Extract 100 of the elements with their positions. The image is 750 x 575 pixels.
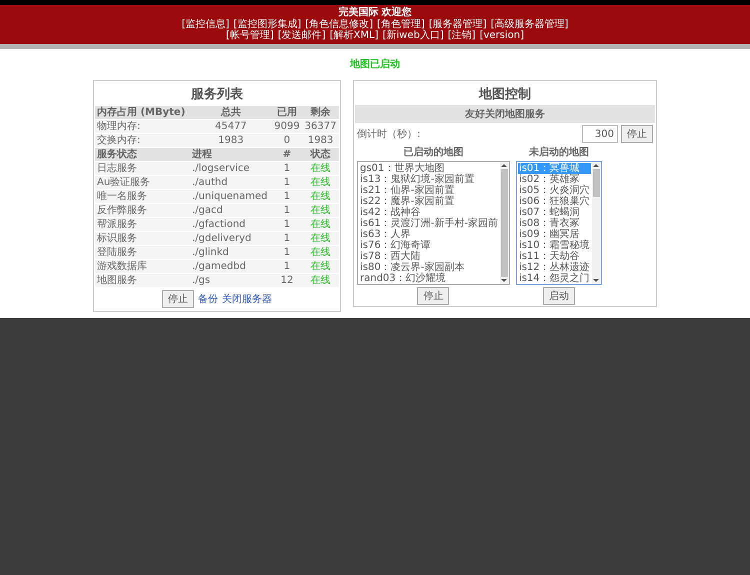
table-cell: 1983 xyxy=(302,134,339,147)
list-option[interactable]: is76：幻海奇谭 xyxy=(359,240,499,251)
table-cell: 物理内存: xyxy=(95,120,190,133)
column-header: 剩余 xyxy=(302,106,339,119)
list-option[interactable]: is14：怨灵之门 xyxy=(518,273,591,284)
column-header: 进程 xyxy=(190,148,272,161)
nav-link[interactable]: [监控图形集成] xyxy=(233,19,302,30)
table-cell: ./logservice xyxy=(190,162,272,175)
countdown-field[interactable]: 300 xyxy=(582,125,618,143)
list-option[interactable]: is63：人界 xyxy=(359,229,499,240)
table-cell: 游戏数据库 xyxy=(95,260,190,273)
list-option[interactable]: is05：火炎洞穴 xyxy=(518,185,591,196)
table-cell: 1 xyxy=(272,246,302,259)
column-header: 已用 xyxy=(272,106,302,119)
table-cell: 日志服务 xyxy=(95,162,190,175)
table-cell: ./gdeliveryd xyxy=(190,232,272,245)
nav-link[interactable]: [新iweb入口] xyxy=(382,30,444,41)
status-text: 在线 xyxy=(302,246,339,259)
countdown-label: 倒计时（秒）: xyxy=(357,128,420,141)
table-cell: 标识服务 xyxy=(95,232,190,245)
list-option[interactable]: is78：西大陆 xyxy=(359,251,499,262)
table-cell: ./gs xyxy=(190,274,272,287)
scrollbar[interactable] xyxy=(500,162,509,284)
list-option[interactable]: is80：凌云界-家园副本 xyxy=(359,262,499,273)
list-option[interactable]: is06：狂狼巢穴 xyxy=(518,196,591,207)
nav-link[interactable]: [监控信息] xyxy=(182,19,230,30)
status-text: 在线 xyxy=(302,190,339,203)
list-option[interactable]: is21：仙界-家园前置 xyxy=(359,185,499,196)
scrollbar[interactable] xyxy=(592,162,601,284)
table-cell: ./uniquenamed xyxy=(190,190,272,203)
list-option[interactable]: is61：灵渡汀洲-新手村-家园前 xyxy=(359,218,499,229)
status-text: 在线 xyxy=(302,274,339,287)
table-cell: 反作弊服务 xyxy=(95,204,190,217)
map-listbox[interactable]: is01：冥兽城 is02：英雄冢 is05：火炎洞穴 is06：狂狼巢穴 is07：蛇蝎洞 is08：青衣冢 is09：幽冥居 is10：霜雪秘境 is11：天劫谷 is12：丛林遗迹 is14：怨灵之门 xyxy=(516,161,602,285)
list-option[interactable]: is22：魔界-家园前置 xyxy=(359,196,499,207)
table-cell: 1 xyxy=(272,232,302,245)
status-message: 地图已启动 xyxy=(350,57,400,71)
table-cell: ./authd xyxy=(190,176,272,189)
panel-title: 服务列表 xyxy=(190,86,244,104)
nav-link[interactable]: [version] xyxy=(480,30,524,41)
welcome-title: 完美国际 欢迎您 xyxy=(338,7,412,18)
map-listbox[interactable]: gs01：世界大地图 is13：鬼狱幻境-家园前置 is21：仙界-家园前置 is22：魔界-家园前置 is42：战神谷 is61：灵渡汀洲-新手村-家园前 is63：人界 is76：幻海奇谭 is78：西大陆 is80：凌云界-家园副本 rand03：幻沙耀境 xyxy=(357,161,510,285)
action-link[interactable]: 关闭服务器 xyxy=(222,292,272,306)
table-cell: ./glinkd xyxy=(190,246,272,259)
stop-button[interactable]: 停止 xyxy=(417,287,450,305)
list-option[interactable]: is09：幽冥居 xyxy=(518,229,591,240)
nav-link[interactable]: [角色管理] xyxy=(377,19,425,30)
table-cell: 1 xyxy=(272,162,302,175)
status-text: 在线 xyxy=(302,204,339,217)
action-link[interactable]: 备份 xyxy=(198,292,218,306)
status-text: 在线 xyxy=(302,260,339,273)
panel-title: 地图控制 xyxy=(478,86,532,104)
status-text: 在线 xyxy=(302,218,339,231)
panel-subtitle: 友好关闭地图服务 xyxy=(355,105,655,123)
table-cell: 交换内存: xyxy=(95,134,190,147)
column-header: # xyxy=(272,148,302,161)
list-heading: 已启动的地图 xyxy=(403,145,464,159)
nav-link[interactable]: [高级服务器管理] xyxy=(490,19,568,30)
table-cell: ./gfactiond xyxy=(190,218,272,231)
list-option[interactable]: is07：蛇蝎洞 xyxy=(518,207,591,218)
table-cell: 1 xyxy=(272,260,302,273)
list-heading: 未启动的地图 xyxy=(528,145,589,159)
nav-link[interactable]: [注销] xyxy=(448,30,476,41)
column-header: 状态 xyxy=(302,148,339,161)
table-cell: 地图服务 xyxy=(95,274,190,287)
list-option[interactable]: is10：霜雪秘境 xyxy=(518,240,591,251)
stop-button[interactable]: 启动 xyxy=(542,287,575,305)
list-option[interactable]: gs01：世界大地图 xyxy=(359,163,499,174)
table-cell: 0 xyxy=(272,134,302,147)
table-cell: 1 xyxy=(272,218,302,231)
table-cell: 登陆服务 xyxy=(95,246,190,259)
list-option[interactable]: is42：战神谷 xyxy=(359,207,499,218)
table-cell: Au验证服务 xyxy=(95,176,190,189)
list-option[interactable]: rand03：幻沙耀境 xyxy=(359,273,499,284)
list-option[interactable]: is13：鬼狱幻境-家园前置 xyxy=(359,174,499,185)
column-header: 总共 xyxy=(190,106,272,119)
table-cell: ./gacd xyxy=(190,204,272,217)
table-cell: 1983 xyxy=(190,134,272,147)
nav-link[interactable]: [角色信息修改] xyxy=(305,19,373,30)
status-text: 在线 xyxy=(302,162,339,175)
list-option[interactable]: is12：丛林遗迹 xyxy=(518,262,591,273)
table-cell: 9099 xyxy=(272,120,302,133)
table-cell: 12 xyxy=(272,274,302,287)
status-text: 在线 xyxy=(302,232,339,245)
nav-link[interactable]: [解析XML] xyxy=(330,30,378,41)
stop-button[interactable]: 停止 xyxy=(162,290,194,308)
stop-button[interactable]: 停止 xyxy=(621,125,653,143)
nav-link[interactable]: [服务器管理] xyxy=(428,19,487,30)
nav-link[interactable]: [帐号管理] xyxy=(226,30,274,41)
list-option[interactable]: is02：英雄冢 xyxy=(518,174,591,185)
list-option[interactable]: is08：青衣冢 xyxy=(518,218,591,229)
list-option[interactable]: is11：天劫谷 xyxy=(518,251,591,262)
table-cell: ./gamedbd xyxy=(190,260,272,273)
table-cell: 唯一名服务 xyxy=(95,190,190,203)
table-cell: 1 xyxy=(272,190,302,203)
column-header: 服务状态 xyxy=(95,148,190,161)
nav-link[interactable]: [发送邮件] xyxy=(278,30,326,41)
table-cell: 1 xyxy=(272,176,302,189)
table-cell: 36377 xyxy=(302,120,339,133)
status-text: 在线 xyxy=(302,176,339,189)
